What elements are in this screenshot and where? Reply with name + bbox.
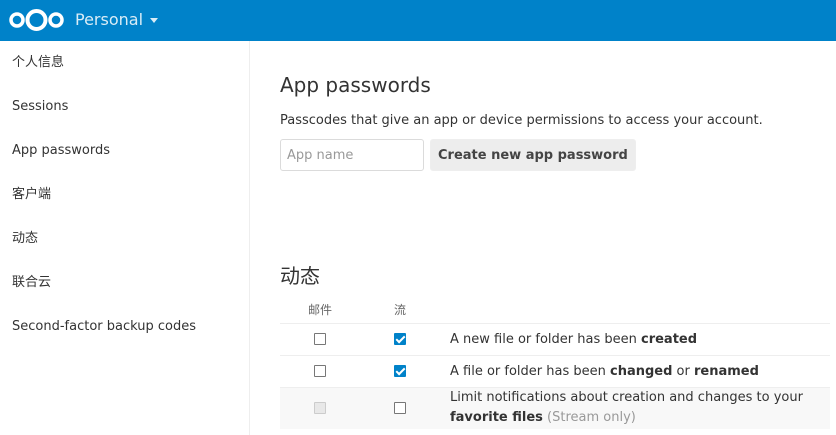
mail-checkbox-changed[interactable]	[314, 365, 326, 377]
sidebar-item-clients[interactable]: 客户端	[0, 173, 249, 217]
mail-checkbox-favorites	[314, 401, 326, 414]
nextcloud-logo-icon[interactable]	[8, 8, 65, 32]
activity-label-created: A new file or folder has been created	[440, 322, 830, 355]
table-row: A new file or folder has been created	[280, 322, 830, 355]
settings-content: App passwords Passcodes that give an app…	[280, 41, 836, 435]
table-row: A file or folder has been changed or ren…	[280, 354, 830, 387]
activity-label-changed: A file or folder has been changed or ren…	[440, 354, 830, 387]
activity-title: 动态	[280, 264, 320, 288]
table-row: Limit notifications about creation and c…	[280, 386, 830, 429]
stream-checkbox-changed[interactable]	[394, 365, 406, 377]
stream-checkbox-created[interactable]	[394, 333, 406, 345]
sidebar-item-activity[interactable]: 动态	[0, 217, 249, 261]
top-header: Personal	[0, 0, 836, 41]
app-menu-button[interactable]: Personal	[75, 10, 159, 29]
table-header-row: 邮件 流	[280, 297, 830, 323]
app-menu-label: Personal	[75, 10, 144, 29]
sidebar-item-backup-codes[interactable]: Second-factor backup codes	[0, 305, 249, 349]
app-passwords-description: Passcodes that give an app or device per…	[280, 113, 763, 128]
sidebar-item-personal-info[interactable]: 个人信息	[0, 41, 249, 85]
sidebar-item-sessions[interactable]: Sessions	[0, 85, 249, 129]
settings-sidebar: 个人信息 Sessions App passwords 客户端 动态 联合云 S…	[0, 41, 250, 435]
column-header-stream: 流	[393, 303, 406, 318]
caret-down-icon	[150, 18, 159, 23]
column-header-mail: 邮件	[307, 303, 332, 318]
stream-checkbox-favorites[interactable]	[394, 401, 406, 414]
app-passwords-title: App passwords	[280, 73, 431, 97]
column-header-description	[440, 297, 830, 323]
sidebar-item-federated-cloud[interactable]: 联合云	[0, 261, 249, 305]
activity-label-favorites: Limit notifications about creation and c…	[440, 386, 830, 429]
create-app-password-button[interactable]: Create new app password	[430, 139, 636, 171]
mail-checkbox-created[interactable]	[314, 333, 326, 345]
activity-settings-table: 邮件 流 A new file or folder has been creat…	[280, 297, 830, 429]
app-name-input[interactable]	[280, 139, 424, 171]
sidebar-item-app-passwords[interactable]: App passwords	[0, 129, 249, 173]
